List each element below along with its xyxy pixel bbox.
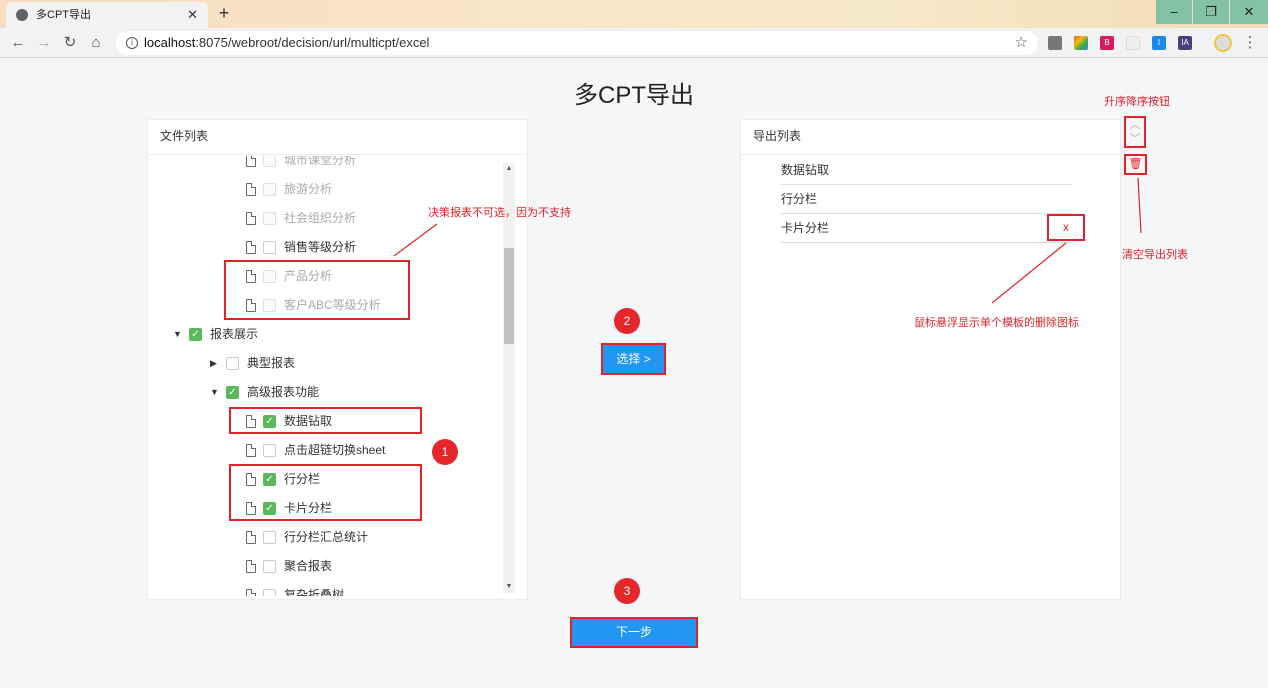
extension-icon[interactable]: I — [1152, 36, 1166, 50]
annotation-note: 鼠标悬浮显示单个模板的删除图标 — [914, 317, 1079, 329]
annotation-box-select — [601, 343, 666, 375]
file-icon — [246, 531, 256, 544]
sort-buttons: ︿ ﹀ — [1124, 116, 1146, 148]
export-list-item[interactable]: 卡片分栏 — [781, 214, 1072, 243]
checkbox[interactable] — [263, 560, 276, 573]
extension-icon[interactable] — [1048, 36, 1062, 50]
checkbox[interactable]: ✓ — [189, 328, 202, 341]
home-icon[interactable]: ⌂ — [86, 33, 106, 53]
caret-right-icon[interactable]: ▶ — [210, 349, 217, 378]
maximize-button[interactable]: ❐ — [1193, 0, 1229, 24]
annotation-box-unselectable — [224, 260, 410, 320]
sort-descending-icon[interactable]: ﹀ — [1126, 132, 1144, 146]
tree-row-label: 社会组织分析 — [284, 211, 357, 225]
annotation-box-selected — [229, 464, 422, 521]
step-badge: 2 — [614, 308, 640, 334]
checkbox[interactable] — [263, 589, 276, 596]
caret-down-icon[interactable]: ▼ — [173, 320, 182, 349]
file-icon — [246, 212, 256, 225]
file-icon — [246, 183, 256, 196]
page-title: 多CPT导出 — [574, 82, 694, 109]
file-icon — [246, 241, 256, 254]
tree-scrollbar[interactable]: ▲ ▼ — [503, 163, 515, 593]
file-tree: 城市课堂分析 旅游分析 社会组织分析 销售等级分析 产品分析 客户ABC等级分析 — [148, 156, 514, 596]
tree-row-label: 报表展示 — [210, 327, 259, 341]
globe-icon — [16, 9, 28, 21]
avatar[interactable] — [1214, 34, 1232, 52]
annotation-note: 清空导出列表 — [1122, 249, 1188, 261]
scroll-down-arrow-icon[interactable]: ▼ — [503, 581, 515, 593]
checkbox — [263, 212, 276, 225]
caret-down-icon[interactable]: ▼ — [210, 378, 219, 407]
tree-row-label: 销售等级分析 — [284, 240, 357, 254]
annotation-box-selected — [229, 407, 422, 434]
forward-arrow-icon[interactable]: → — [34, 33, 54, 53]
extension-icon[interactable]: B — [1100, 36, 1114, 50]
extension-icon[interactable] — [1126, 36, 1140, 50]
url-text: localhost:8075/webroot/decision/url/mult… — [144, 35, 430, 50]
chrome-extension-icon[interactable] — [1074, 36, 1088, 50]
tree-row-label: 复杂折叠树 — [284, 588, 345, 596]
file-list-header: 文件列表 — [148, 120, 527, 155]
menu-kebab-icon[interactable]: ⋮ — [1240, 33, 1260, 53]
reload-icon[interactable]: ↻ — [60, 33, 80, 53]
tree-row-label: 高级报表功能 — [247, 385, 320, 399]
tree-row-label: 点击超链切换sheet — [284, 443, 386, 457]
annotation-note: 决策报表不可选，因为不支持 — [428, 207, 571, 219]
tree-row-label: 旅游分析 — [284, 182, 333, 196]
tree-row-label: 典型报表 — [247, 356, 296, 370]
checkbox[interactable]: ✓ — [226, 386, 239, 399]
checkbox — [263, 156, 276, 167]
browser-tab-strip: 多CPT导出 ✕ + – ❐ ✕ — [0, 0, 1268, 28]
extension-icon[interactable]: IA — [1178, 36, 1192, 50]
bookmark-star-icon[interactable]: ☆ — [1015, 31, 1028, 55]
sort-ascending-icon[interactable]: ︿ — [1126, 118, 1144, 132]
checkbox[interactable] — [263, 241, 276, 254]
checkbox[interactable] — [226, 357, 239, 370]
delete-item-button[interactable]: x — [1047, 214, 1085, 241]
export-list-item[interactable]: 行分栏 — [781, 185, 1072, 214]
tab-title: 多CPT导出 — [36, 9, 91, 21]
file-icon — [246, 589, 256, 596]
file-icon — [246, 444, 256, 457]
tree-row-label: 行分栏汇总统计 — [284, 530, 369, 544]
trash-icon[interactable]: 🗑 — [1124, 154, 1147, 175]
back-arrow-icon[interactable]: ← — [8, 33, 28, 53]
close-window-button[interactable]: ✕ — [1230, 0, 1268, 24]
tree-row-label: 城市课堂分析 — [284, 156, 357, 167]
tree-row-label: 聚合报表 — [284, 559, 333, 573]
browser-toolbar: ← → ↻ ⌂ i localhost:8075/webroot/decisio… — [0, 28, 1268, 58]
scroll-up-arrow-icon[interactable]: ▲ — [503, 163, 515, 175]
new-tab-button[interactable]: + — [214, 4, 234, 24]
next-step-button[interactable]: 下一步 — [570, 617, 698, 648]
annotation-note: 升序降序按钮 — [1104, 96, 1170, 108]
export-list-panel: 导出列表 数据钻取 行分栏 卡片分栏 — [740, 119, 1121, 600]
step-badge: 1 — [432, 439, 458, 465]
address-bar[interactable]: i localhost:8075/webroot/decision/url/mu… — [116, 31, 1038, 55]
export-list-header: 导出列表 — [741, 120, 1120, 155]
scroll-thumb[interactable] — [504, 248, 514, 344]
file-icon — [246, 560, 256, 573]
browser-tab[interactable]: 多CPT导出 ✕ — [6, 2, 208, 28]
tab-close-icon[interactable]: ✕ — [187, 2, 198, 28]
checkbox[interactable] — [263, 531, 276, 544]
info-icon[interactable]: i — [126, 37, 138, 49]
checkbox[interactable] — [263, 444, 276, 457]
checkbox — [263, 183, 276, 196]
minimize-button[interactable]: – — [1156, 0, 1192, 24]
file-list-panel: 文件列表 城市课堂分析 旅游分析 社会组织分析 销售等级分析 产品分析 客户AB… — [147, 119, 528, 600]
file-icon — [246, 156, 256, 167]
export-list-item[interactable]: 数据钻取 — [781, 156, 1072, 185]
step-badge: 3 — [614, 578, 640, 604]
